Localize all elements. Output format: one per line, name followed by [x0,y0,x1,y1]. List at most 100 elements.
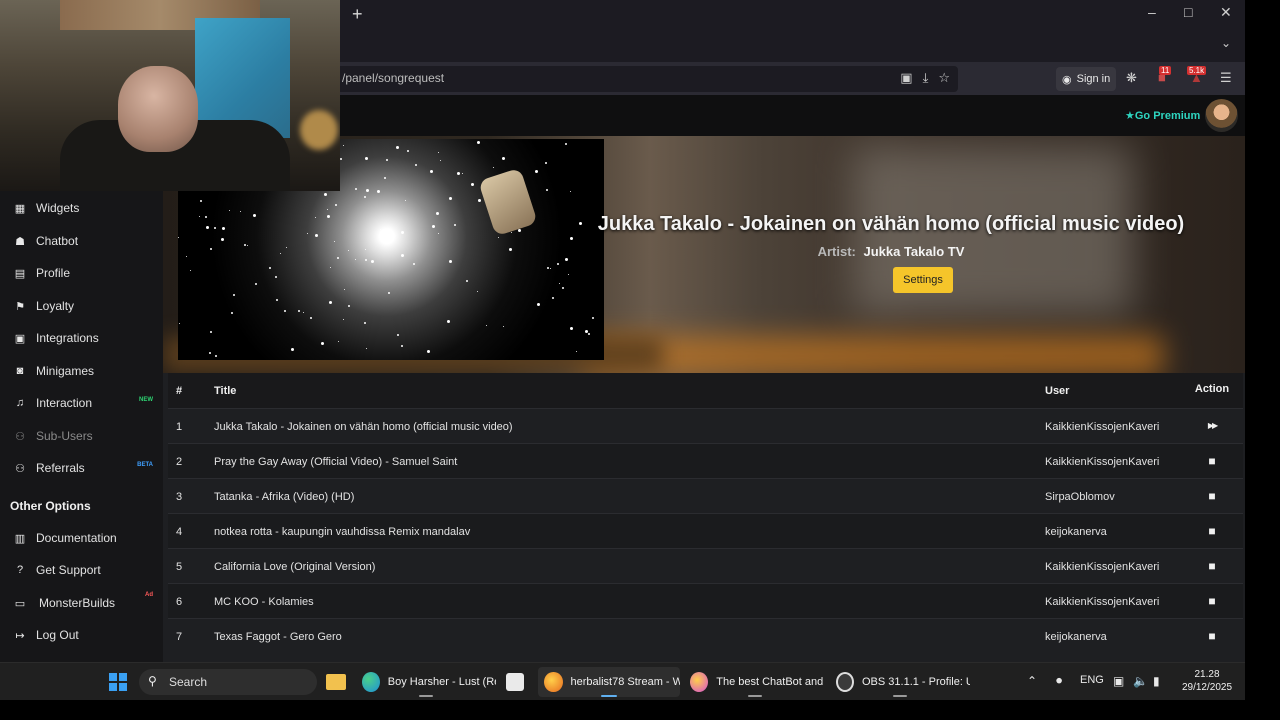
sidebar-item-get-support[interactable]: ? Get Support [0,555,163,585]
volume-icon[interactable]: 🔈 [1133,674,1148,688]
sidebar-item-interaction[interactable]: ♫ Interaction NEW [0,388,163,418]
sidebar-item-chatbot[interactable]: ☗ Chatbot [0,226,163,256]
download-icon[interactable]: ⤓ [923,70,929,86]
windows-start-icon[interactable] [109,673,127,691]
robot-icon: ☗ [15,235,25,248]
users-icon: ⚇ [15,430,25,443]
row-number: 5 [176,561,183,573]
laptop-icon: ▭ [14,597,26,610]
picture-in-picture-icon[interactable]: ▣ [900,70,912,86]
microsoft-store-icon[interactable] [506,667,530,697]
beta-badge: BETA [137,462,153,468]
settings-button[interactable]: Settings [893,267,953,293]
table-row: 3 Tatanka - Afrika (Video) (HD) SirpaOblom… [168,478,1243,513]
delete-song-icon[interactable]: ■ [1198,454,1226,468]
maximize-icon[interactable]: □ [1184,4,1192,20]
sidebar-item-label: Profile [36,266,71,280]
sidebar-item-minigames[interactable]: ◙ Minigames [0,356,163,386]
music-note-icon: ♫ [15,397,25,409]
url-text: /panel/songrequest [342,71,445,85]
help-circle-icon: ? [16,564,24,576]
taskbar-app-label: Boy Harsher - Lust (Rem [387,676,496,688]
display-icon[interactable]: ▣ [1113,674,1124,688]
taskbar-app-label: herbalist78 Stream - Wa [570,676,680,688]
artist-name: Jukka Takalo TV [863,244,965,259]
delete-song-icon[interactable]: ■ [1198,629,1226,643]
sidebar: ▦ Widgets ☗ Chatbot ▤ Profile ⚑ Loyalty ▣ Int… [0,136,163,662]
delete-song-icon[interactable]: ■ [1198,489,1226,503]
other-options-heading: Other Options [10,499,91,513]
row-title: Tatanka - Afrika (Video) (HD) [214,491,355,503]
logout-icon: ↦ [15,629,25,642]
taskbar-app-edge[interactable]: Boy Harsher - Lust (Rem [356,667,496,697]
extensions-icon[interactable]: ❋ [1126,70,1137,86]
sidebar-item-log-out[interactable]: ↦ Log Out [0,620,163,650]
menu-icon[interactable]: ☰ [1220,70,1232,86]
row-title: Pray the Gay Away (Official Video) - Sam… [214,456,458,468]
sidebar-item-widgets[interactable]: ▦ Widgets [0,193,163,223]
sidebar-item-documentation[interactable]: ▥ Documentation [0,523,163,553]
table-row: 6 MC KOO - Kolamies KaikkienKissojenKaveri… [168,583,1243,618]
ad-badge: Ad [145,592,153,598]
extension-badge: 11 [1159,66,1172,75]
taskbar-app-obs[interactable]: OBS 31.1.1 - Profile: Unti [830,667,970,697]
minimize-icon[interactable]: – [1148,4,1156,20]
windows-taskbar: ⚲ Search Boy Harsher - Lust (Rem herbali… [0,662,1245,700]
taskbar-clock[interactable]: 21.28 29/12/2025 [1172,668,1242,694]
sidebar-item-label: Chatbot [36,234,79,248]
microphone-icon[interactable]: ⚫ [1054,674,1064,688]
row-number: 4 [176,526,183,538]
go-premium-button[interactable]: ★Go Premium [1125,109,1200,122]
row-user: KaikkienKissojenKaveri [1045,421,1160,433]
artist-line: Artist: Jukka Takalo TV [541,244,1241,259]
sidebar-item-label: Referrals [36,461,85,475]
new-tab-button[interactable]: + [352,4,363,25]
sign-in-label: Sign in [1076,73,1111,85]
sidebar-item-sub-users[interactable]: ⚇ Sub-Users [0,421,163,451]
sidebar-item-loyalty[interactable]: ⚑ Loyalty [0,291,163,321]
sidebar-item-label: Get Support [36,563,101,577]
gamepad-icon: ◙ [16,365,24,377]
table-row: 7 Texas Faggot - Gero Gero keijokanerva ■ [168,618,1243,653]
chevron-down-icon[interactable]: ⌄ [1221,36,1231,50]
row-title: Jukka Takalo - Jokainen on vähän homo (o… [214,421,513,433]
sidebar-item-referrals[interactable]: ⚇ Referrals BETA [0,453,163,483]
row-title: MC KOO - Kolamies [214,596,314,608]
book-icon: ▥ [14,532,26,545]
chevron-up-icon[interactable]: ⌃ [1027,674,1037,688]
widgets-icon: ▦ [14,202,26,215]
file-explorer-icon[interactable] [326,667,348,697]
row-user: KaikkienKissojenKaveri [1045,596,1160,608]
edge-icon [362,672,380,692]
battery-icon[interactable]: ▮ [1153,674,1160,688]
sidebar-item-integrations[interactable]: ▣ Integrations [0,323,163,353]
row-number: 7 [176,631,183,643]
column-number: # [176,385,183,397]
table-row: 2 Pray the Gay Away (Official Video) - Sa… [168,443,1243,478]
close-icon[interactable]: ✕ [1220,4,1232,21]
clock-date: 29/12/2025 [1181,682,1233,693]
language-indicator[interactable]: ENG [1080,674,1104,686]
sidebar-item-monsterbuilds[interactable]: ▭ MonsterBuilds Ad [0,588,163,618]
sidebar-item-label: Interaction [36,396,93,410]
table-row: 5 California Love (Original Version) Kaikk… [168,548,1243,583]
skip-song-icon[interactable]: ▶▶ [1198,421,1226,430]
sign-in-button[interactable]: ◉ Sign in [1056,67,1117,91]
artist-label: Artist: [817,244,856,259]
row-number: 3 [176,491,183,503]
delete-song-icon[interactable]: ■ [1198,594,1226,608]
taskbar-app-firefox-chatbot[interactable]: The best ChatBot and W [684,667,826,697]
delete-song-icon[interactable]: ■ [1198,559,1226,573]
sidebar-item-profile[interactable]: ▤ Profile [0,258,163,288]
row-user: KaikkienKissojenKaveri [1045,561,1160,573]
row-title: Texas Faggot - Gero Gero [214,631,342,643]
delete-song-icon[interactable]: ■ [1198,524,1226,538]
row-title: notkea rotta - kaupungin vauhdissa Remix… [214,526,471,538]
search-label: Search [169,675,208,689]
url-bar[interactable]: /panel/songrequest ▣ ⤓ ☆ [330,66,958,92]
bookmark-star-icon[interactable]: ☆ [938,70,950,86]
taskbar-app-firefox-stream[interactable]: herbalist78 Stream - Wa [538,667,680,697]
taskbar-search[interactable]: ⚲ Search [139,669,317,695]
row-title: California Love (Original Version) [214,561,376,573]
avatar[interactable] [1205,99,1238,132]
